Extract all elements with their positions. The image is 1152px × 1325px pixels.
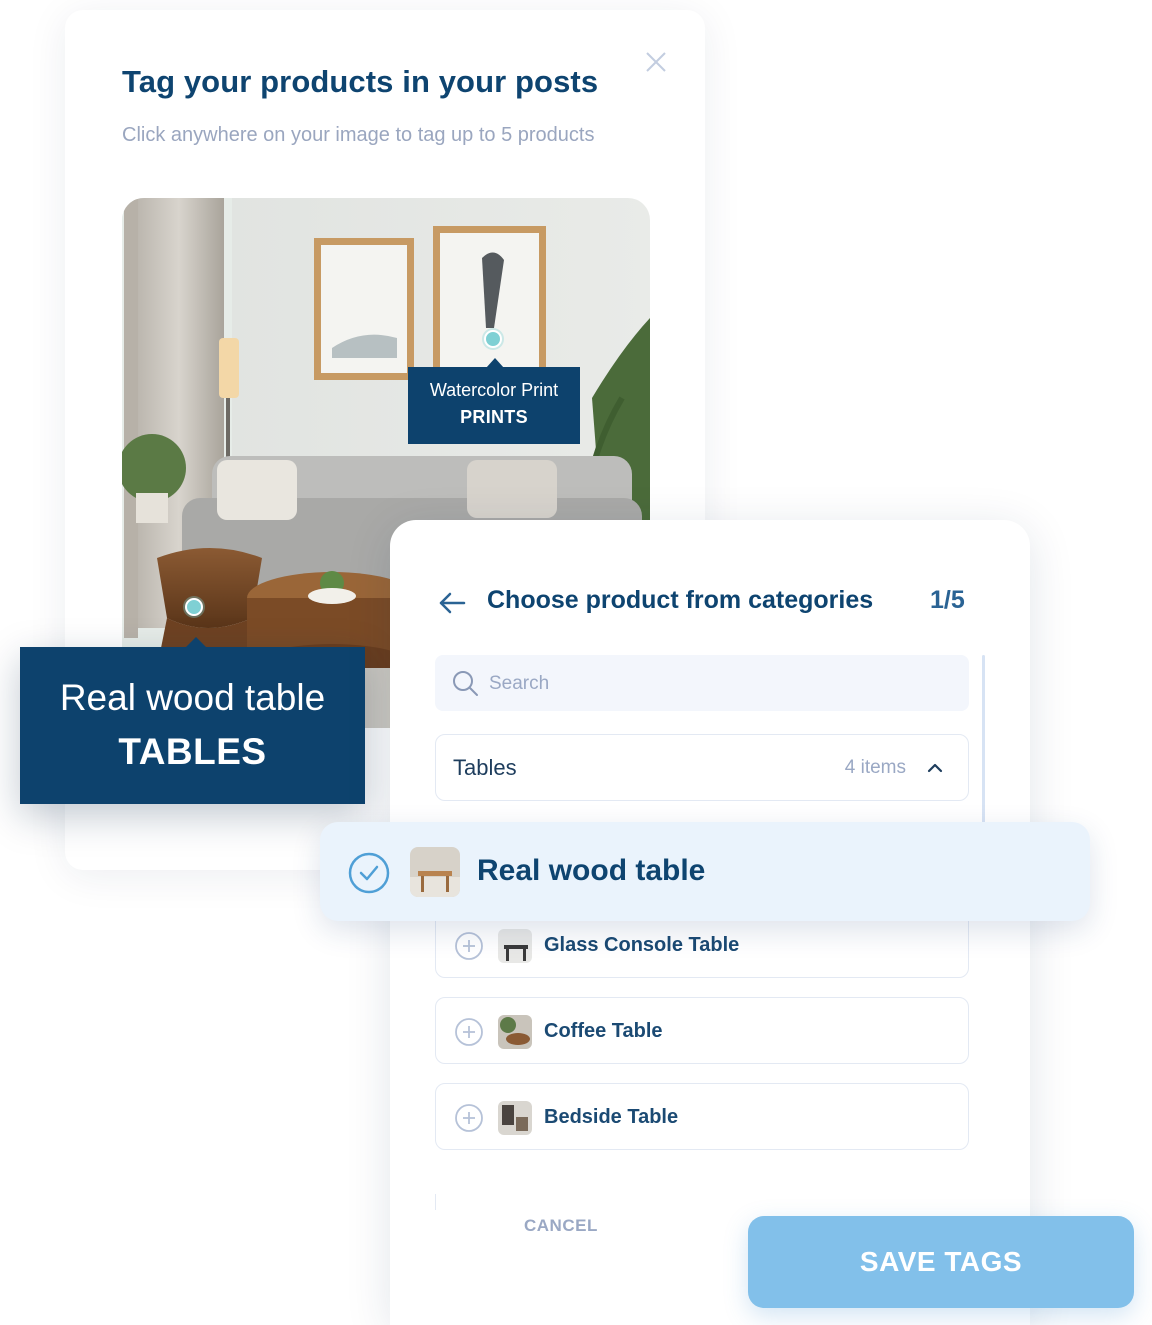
photo-tag-real-wood-table[interactable]: Real wood table TABLES <box>20 637 365 804</box>
list-item[interactable]: Bedside Table <box>435 1083 969 1150</box>
product-thumbnail <box>498 1101 532 1135</box>
photo-tag-product-name: Watercolor Print <box>429 380 559 400</box>
chevron-up-icon[interactable] <box>926 759 944 777</box>
selected-product-name: Real wood table <box>477 854 706 887</box>
category-item-count: 4 items <box>844 757 906 778</box>
close-icon[interactable] <box>642 48 670 76</box>
add-icon[interactable] <box>454 1103 484 1133</box>
category-name: Tables <box>453 755 517 780</box>
panel-title: Choose product from categories <box>487 586 874 614</box>
product-name: Glass Console Table <box>544 934 740 956</box>
back-arrow-icon[interactable] <box>438 590 466 616</box>
list-item[interactable]: Coffee Table <box>435 997 969 1064</box>
list-item[interactable]: Glass Console Table <box>435 911 969 978</box>
photo-tag-watercolor-print[interactable]: Watercolor Print PRINTS <box>408 358 580 444</box>
photo-tag-category: PRINTS <box>460 407 528 427</box>
save-tags-button[interactable]: SAVE TAGS <box>748 1216 1134 1308</box>
cancel-button[interactable]: CANCEL <box>524 1216 598 1236</box>
product-name: Bedside Table <box>544 1106 679 1128</box>
check-circle-icon[interactable] <box>348 852 390 894</box>
category-tables[interactable]: Tables 4 items <box>435 734 969 801</box>
tag-count: 1/5 <box>930 586 965 614</box>
product-thumbnail <box>498 1015 532 1049</box>
product-thumbnail <box>498 929 532 963</box>
tag-marker-print[interactable] <box>484 330 502 348</box>
product-name: Coffee Table <box>544 1020 663 1042</box>
search-box <box>435 655 969 713</box>
dialog-title: Tag your products in your posts <box>122 64 599 99</box>
add-icon[interactable] <box>454 1017 484 1047</box>
photo-tag-product-name: Real wood table <box>59 677 326 718</box>
dialog-subtitle: Click anywhere on your image to tag up t… <box>122 124 595 146</box>
add-icon[interactable] <box>454 931 484 961</box>
scrollbar[interactable] <box>982 655 985 825</box>
divider <box>435 1194 436 1210</box>
search-icon <box>453 671 478 696</box>
photo-tag-category: TABLES <box>118 731 267 772</box>
selected-product-row[interactable]: Real wood table <box>320 822 1090 921</box>
tag-marker-table[interactable] <box>185 598 203 616</box>
search-input[interactable] <box>487 655 951 713</box>
product-thumbnail <box>410 847 460 897</box>
